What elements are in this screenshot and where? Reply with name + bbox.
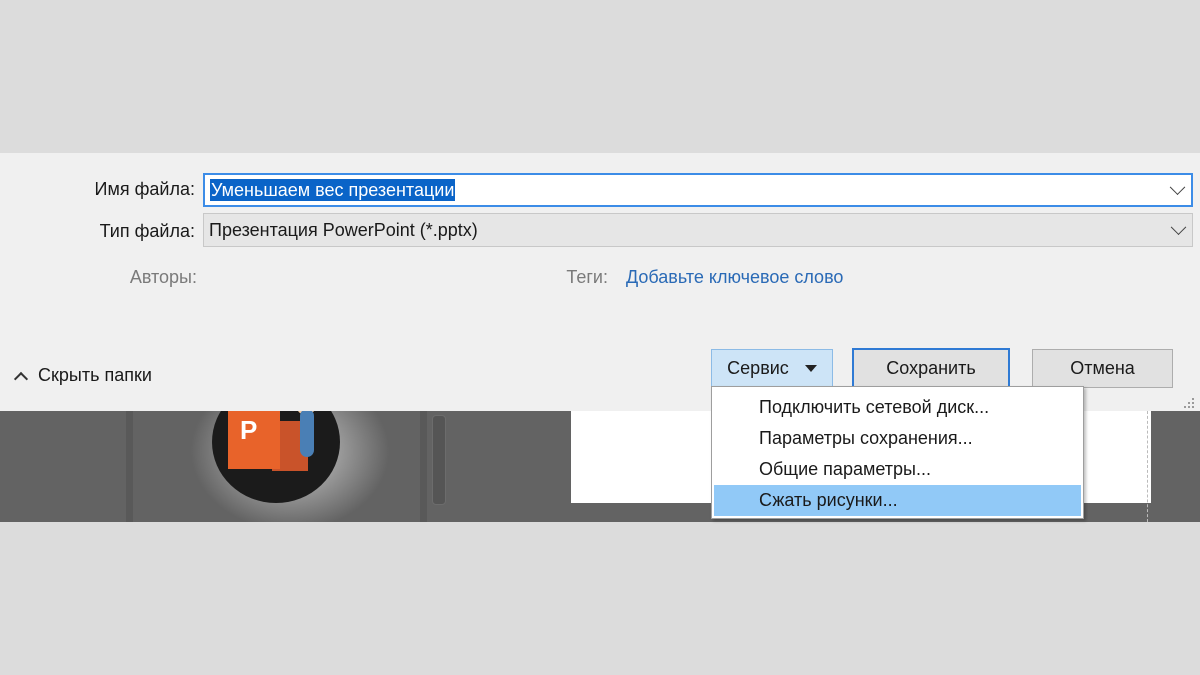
cancel-button-label: Отмена xyxy=(1070,358,1135,378)
menu-item-save-options[interactable]: Параметры сохранения... xyxy=(714,423,1081,454)
menu-item-general-options[interactable]: Общие параметры... xyxy=(714,454,1081,485)
zoom-slider[interactable] xyxy=(432,415,446,505)
tags-link[interactable]: Добавьте ключевое слово xyxy=(626,267,843,288)
menu-item-map-network-drive[interactable]: Подключить сетевой диск... xyxy=(714,392,1081,423)
chevron-down-icon[interactable] xyxy=(1169,179,1186,196)
file-type-select[interactable]: Презентация PowerPoint (*.pptx) xyxy=(203,213,1193,247)
service-button-label: Сервис xyxy=(727,358,789,378)
divider xyxy=(1147,411,1148,522)
file-name-label: Имя файла: xyxy=(94,179,195,199)
divider xyxy=(420,411,427,522)
hide-folders-toggle[interactable]: Скрыть папки xyxy=(13,365,152,386)
chevron-down-icon[interactable] xyxy=(1170,219,1187,236)
file-type-label: Тип файла: xyxy=(99,221,195,241)
service-menu: Подключить сетевой диск... Параметры сох… xyxy=(711,386,1084,519)
save-button-label: Сохранить xyxy=(886,358,976,378)
dropdown-arrow-icon xyxy=(804,365,817,372)
service-button[interactable]: Сервис xyxy=(711,349,833,388)
cancel-button[interactable]: Отмена xyxy=(1032,349,1173,388)
authors-label: Авторы: xyxy=(129,267,197,287)
chevron-up-icon xyxy=(13,371,29,386)
logo-letter: P xyxy=(228,411,280,469)
tags-label: Теги: xyxy=(566,267,608,287)
file-name-input[interactable]: Уменьшаем вес презентации xyxy=(203,173,1193,207)
save-dialog: Имя файла: Уменьшаем вес презентации Тип… xyxy=(0,153,1200,411)
resize-grip-icon[interactable] xyxy=(1180,394,1194,408)
divider xyxy=(126,411,133,522)
menu-item-compress-pictures[interactable]: Сжать рисунки... xyxy=(714,485,1081,516)
file-name-value: Уменьшаем вес презентации xyxy=(210,178,456,201)
hide-folders-label: Скрыть папки xyxy=(38,365,152,385)
save-button[interactable]: Сохранить xyxy=(852,348,1010,389)
file-type-value: Презентация PowerPoint (*.pptx) xyxy=(209,219,478,240)
